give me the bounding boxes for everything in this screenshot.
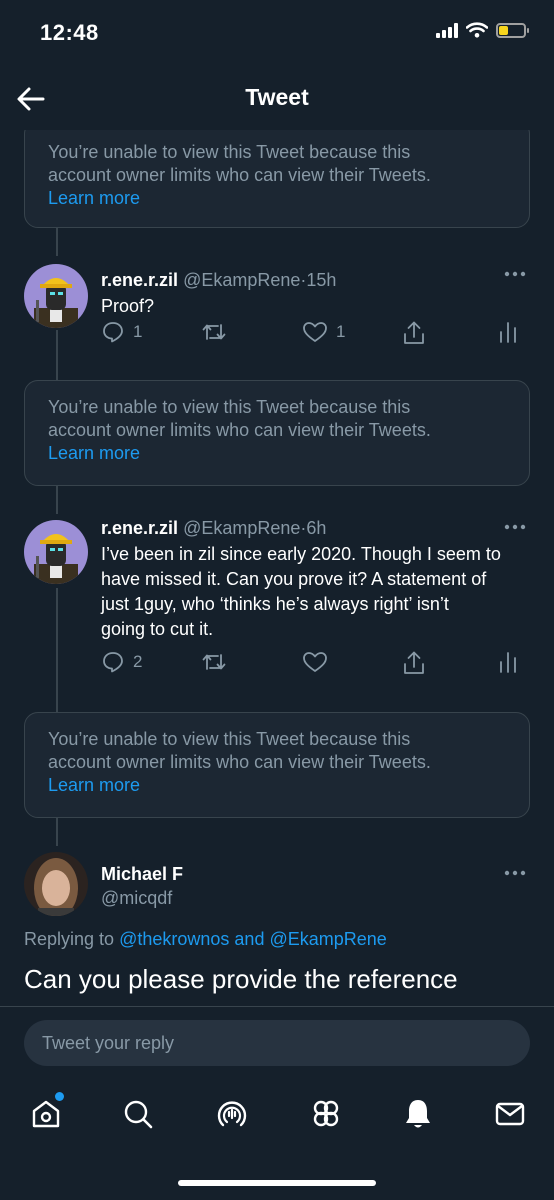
reply-count: 1 [133,322,143,341]
tab-notifications[interactable] [398,1094,438,1134]
username[interactable]: @EkampRene [183,518,300,538]
home-icon [32,1100,60,1128]
learn-more-link[interactable]: Learn more [48,442,507,465]
search-icon [124,1100,153,1129]
reply-icon [103,322,123,343]
tweet-header: r.ene.r.zil @EkampRene·15h [101,270,336,291]
retweet-button[interactable] [201,320,227,344]
retweet-button[interactable] [201,650,227,674]
main-tweet-text: Can you please provide the reference [24,964,458,994]
restricted-tweet-card[interactable]: You’re unable to view this Tweet because… [24,130,530,228]
share-button[interactable] [402,650,426,676]
analytics-icon [500,652,516,673]
reply-button[interactable]: 2 [101,650,142,674]
restricted-message: You’re unable to view this Tweet because… [48,142,411,162]
retweet-icon [202,654,226,670]
reply-tweet[interactable]: r.ene.r.zil @EkampRene·15h Proof? 1 1 [0,256,554,360]
status-bar: 12:48 [0,0,554,68]
battery-level [499,25,509,35]
tweet-text: I’ve been in zil since early 2020. Thoug… [101,542,531,642]
tweet-text-line: going to cut it. [101,619,214,639]
tweet-text: Proof? [101,294,531,319]
tab-messages[interactable] [490,1094,530,1134]
display-name[interactable]: r.ene.r.zil [101,270,178,290]
notification-dot [55,1092,64,1101]
avatar[interactable] [24,264,88,328]
replying-and: and [234,929,265,949]
avatar[interactable] [24,852,88,916]
messages-icon [495,1102,525,1126]
share-icon [404,321,424,344]
thread-content[interactable]: You’re unable to view this Tweet because… [0,130,554,1006]
replying-prefix: Replying to [24,929,115,949]
replying-to: Replying to @thekrownos and @EkampRene [24,929,387,950]
restricted-message: account owner limits who can view their … [48,420,431,440]
tweet-header: r.ene.r.zil @EkampRene·6h [101,518,326,539]
reply-input[interactable] [24,1020,530,1066]
thread-line [56,818,58,846]
reply-icon [103,652,123,673]
username[interactable]: @EkampRene [183,270,300,290]
tab-home[interactable] [26,1092,66,1134]
page-title: Tweet [245,84,309,110]
restricted-tweet-card[interactable]: You’re unable to view this Tweet because… [24,380,530,486]
thread-line [56,228,58,256]
learn-more-link[interactable]: Learn more [48,774,507,797]
heart-icon [303,652,327,672]
home-indicator[interactable] [178,1180,376,1186]
tweet-actions: 2 [101,650,521,680]
communities-icon [313,1100,339,1127]
username[interactable]: @micqdf [101,888,172,909]
display-name[interactable]: r.ene.r.zil [101,518,178,538]
tweet-text-line: just 1guy, who ‘thinks he’s always right… [101,594,449,614]
reply-composer [0,1006,554,1082]
restricted-message: You’re unable to view this Tweet because… [48,729,411,749]
tweet-text-line: I’ve been in zil since early 2020. Thoug… [101,544,501,564]
thread-line [56,486,58,514]
tab-communities[interactable] [306,1094,346,1134]
retweet-icon [202,324,226,340]
reply-count: 2 [133,652,143,671]
bottom-tab-bar [0,1082,554,1200]
status-time: 12:48 [40,20,99,45]
tweet-text-line: Proof? [101,296,155,316]
notifications-icon [406,1100,430,1128]
mention-link[interactable]: @EkampRene [269,929,386,949]
avatar[interactable] [24,520,88,584]
mention-link[interactable]: @thekrownos [119,929,229,949]
restricted-tweet-card[interactable]: You’re unable to view this Tweet because… [24,712,530,818]
analytics-icon [500,322,516,343]
tab-spaces[interactable] [212,1094,252,1134]
analytics-button[interactable] [498,320,518,344]
battery-icon [496,22,529,38]
more-options-icon[interactable] [504,271,526,277]
tab-search[interactable] [118,1094,158,1134]
learn-more-link[interactable]: Learn more [48,187,507,210]
tweet-actions: 1 1 [101,320,521,350]
share-icon [404,651,424,674]
like-button[interactable] [302,650,328,674]
wifi-icon [466,22,488,38]
heart-icon [303,322,327,342]
like-count: 1 [336,322,346,341]
cellular-signal-icon [436,22,458,38]
analytics-button[interactable] [498,650,518,674]
reply-tweet[interactable]: r.ene.r.zil @EkampRene·6h I’ve been in z… [0,514,554,694]
more-options-icon[interactable] [504,870,526,876]
restricted-message: account owner limits who can view their … [48,165,431,185]
like-button[interactable]: 1 [302,320,345,344]
tweet-text-line: have missed it. Can you prove it? A stat… [101,569,487,589]
share-button[interactable] [402,320,426,346]
display-name[interactable]: Michael F [101,864,183,885]
restricted-message: account owner limits who can view their … [48,752,431,772]
timestamp[interactable]: 6h [306,518,326,538]
restricted-message: You’re unable to view this Tweet because… [48,397,411,417]
timestamp[interactable]: 15h [306,270,336,290]
reply-button[interactable]: 1 [101,320,142,344]
spaces-icon [217,1101,247,1127]
status-icons [436,22,529,38]
more-options-icon[interactable] [504,524,526,530]
nav-header: Tweet [0,68,554,130]
